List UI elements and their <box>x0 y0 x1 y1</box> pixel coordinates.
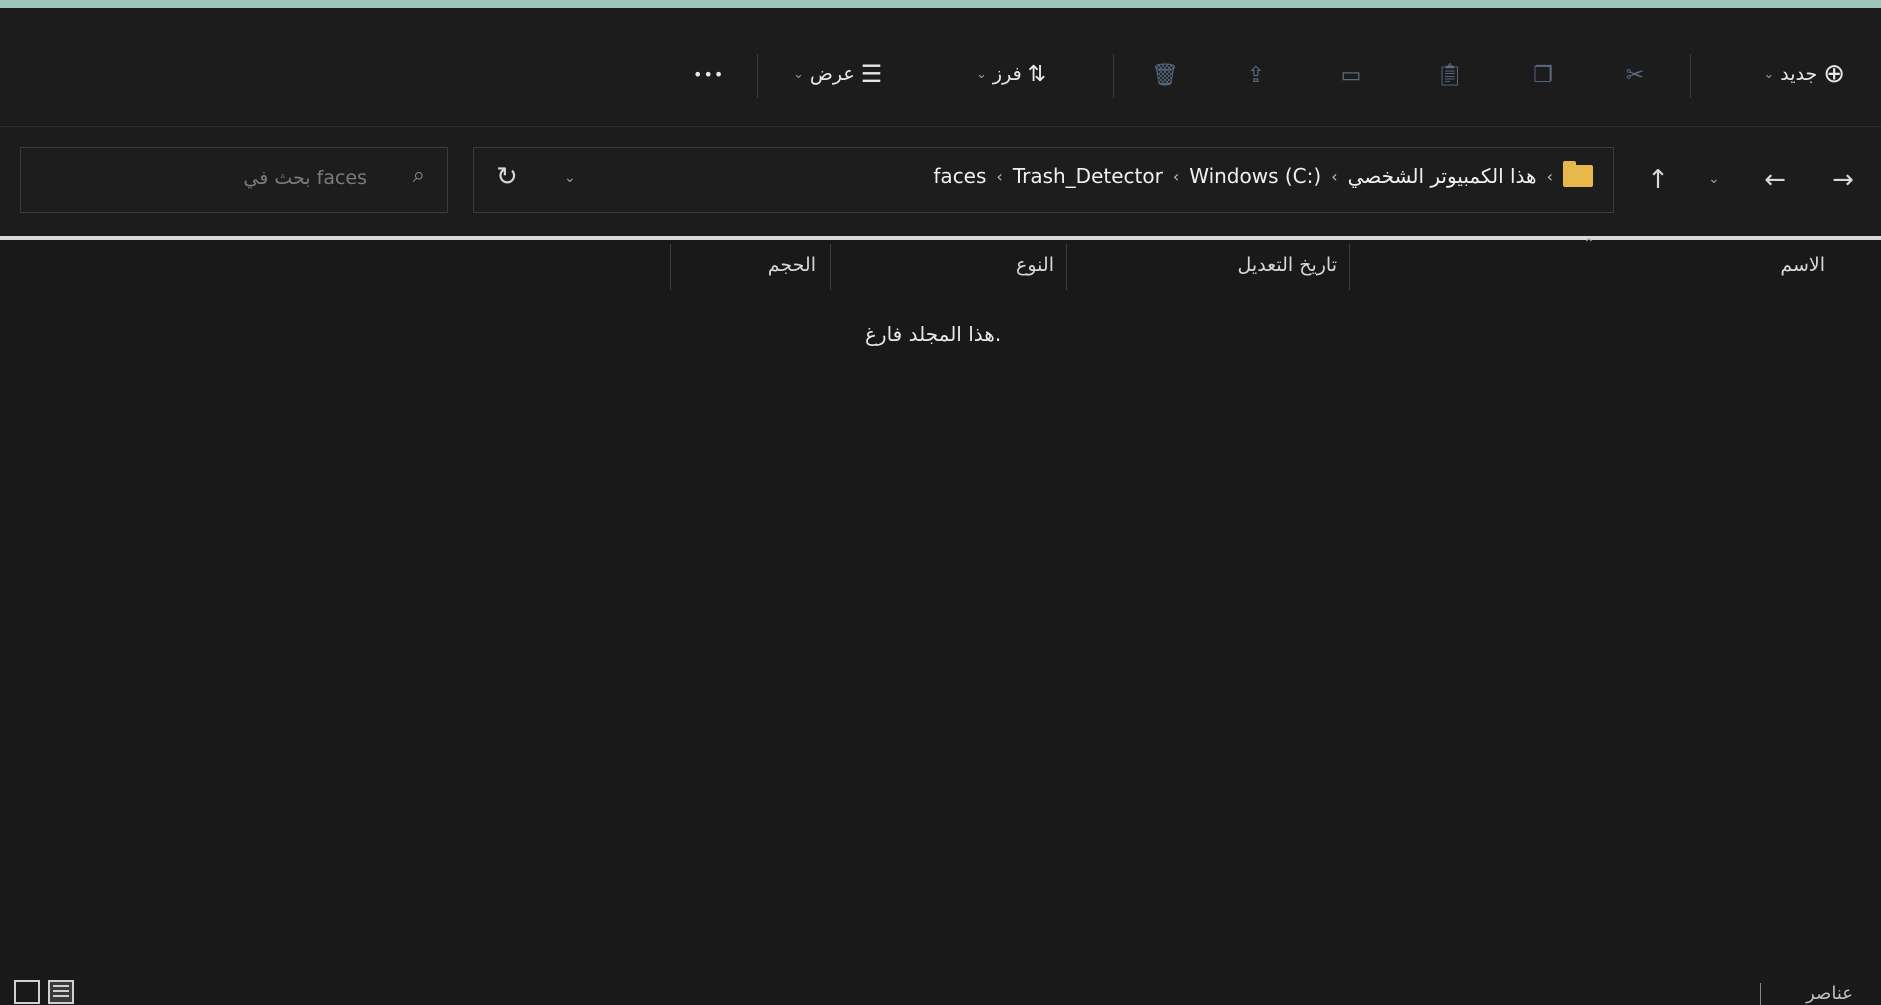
sort-icon: ⇅ <box>1027 61 1047 87</box>
search-placeholder: بحث في faces <box>243 167 367 189</box>
back-arrow-icon[interactable]: → <box>1825 165 1861 195</box>
header-divider <box>0 236 1881 240</box>
view-label: عرض <box>809 63 855 85</box>
more-icon: ••• <box>693 64 725 84</box>
crumb-trash-detector[interactable]: Trash_Detector <box>1013 164 1163 188</box>
chevron-left-icon: ‹ <box>1546 166 1553 186</box>
recent-locations-chevron-icon[interactable]: ⌄ <box>1708 171 1720 187</box>
breadcrumb: ‹ هذا الكمبيوتر الشخصي ‹ Windows (C:) ‹ … <box>933 161 1593 188</box>
column-separator[interactable] <box>670 244 671 290</box>
plus-circle-icon: ⊕ <box>1823 59 1845 89</box>
address-row: → ← ⌄ ↑ ‹ هذا الكمبيوتر الشخصي ‹ Windows… <box>0 127 1881 237</box>
new-label: جديد <box>1780 63 1818 85</box>
refresh-icon[interactable]: ↻ <box>496 162 518 192</box>
paste-icon[interactable]: 📋︎ <box>1436 62 1464 88</box>
chevron-down-icon: ⌄ <box>976 66 987 82</box>
status-separator <box>1760 983 1761 1005</box>
empty-folder-message: هذا المجلد فارغ. <box>865 322 1002 346</box>
status-bar: عناصر <box>0 975 1881 1005</box>
delete-icon[interactable]: 🗑︎ <box>1151 62 1179 88</box>
item-count: عناصر <box>1806 983 1853 1004</box>
sort-ascending-icon: ⌃ <box>1583 236 1595 252</box>
chevron-left-icon: ‹ <box>996 166 1003 186</box>
window-top-accent <box>0 0 1881 8</box>
command-bar: ⌄ جديد ⊕ ✂ ❐ 📋︎ ▭ ⇪ 🗑︎ ⌄ فرز ⇅ ⌄ عرض ☰ •… <box>0 8 1881 127</box>
address-bar[interactable]: ‹ هذا الكمبيوتر الشخصي ‹ Windows (C:) ‹ … <box>473 147 1614 213</box>
column-header-type[interactable]: النوع <box>1016 254 1054 276</box>
sort-label: فرز <box>992 63 1022 85</box>
share-icon[interactable]: ⇪ <box>1243 62 1269 88</box>
toolbar-separator <box>757 54 758 98</box>
copy-icon[interactable]: ❐ <box>1530 62 1556 88</box>
toolbar-separator <box>1113 54 1114 98</box>
rename-icon[interactable]: ▭ <box>1338 62 1364 88</box>
view-button[interactable]: ⌄ عرض ☰ <box>793 56 882 92</box>
tiles-view-icon[interactable] <box>14 980 40 1004</box>
column-separator[interactable] <box>1066 244 1067 290</box>
column-header-name[interactable]: الاسم <box>1780 254 1825 276</box>
folder-icon <box>1563 161 1593 187</box>
details-view-icon[interactable] <box>48 980 74 1004</box>
view-list-icon: ☰ <box>860 60 883 88</box>
up-arrow-icon[interactable]: ↑ <box>1640 165 1676 195</box>
chevron-down-icon: ⌄ <box>793 66 804 82</box>
address-history-chevron-icon[interactable]: ⌄ <box>564 170 576 186</box>
crumb-faces[interactable]: faces <box>933 164 986 188</box>
cut-icon[interactable]: ✂ <box>1622 62 1648 88</box>
search-icon: ⌕ <box>412 163 425 188</box>
new-button[interactable]: ⌄ جديد ⊕ <box>1763 56 1845 92</box>
column-separator[interactable] <box>830 244 831 290</box>
sort-button[interactable]: ⌄ فرز ⇅ <box>976 56 1046 92</box>
column-header-size[interactable]: الحجم <box>768 254 816 276</box>
column-header-date-modified[interactable]: تاريخ التعديل <box>1238 254 1337 276</box>
toolbar-separator <box>1690 54 1691 98</box>
column-separator[interactable] <box>1349 244 1350 290</box>
forward-arrow-icon[interactable]: ← <box>1757 165 1793 195</box>
more-options-button[interactable]: ••• <box>693 56 724 92</box>
chevron-down-icon: ⌄ <box>1763 66 1775 82</box>
chevron-left-icon: ‹ <box>1331 166 1338 186</box>
search-input[interactable]: ⌕ بحث في faces <box>20 147 448 213</box>
chevron-left-icon: ‹ <box>1172 166 1180 186</box>
crumb-this-pc[interactable]: هذا الكمبيوتر الشخصي <box>1348 164 1537 188</box>
crumb-drive[interactable]: Windows (C:) <box>1189 164 1321 188</box>
